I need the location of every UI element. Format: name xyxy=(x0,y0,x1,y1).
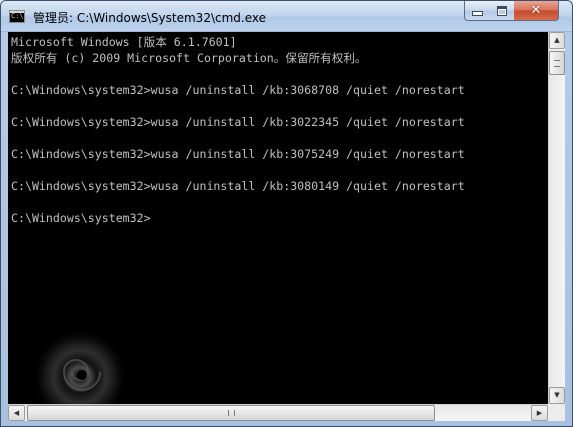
arrow-right-icon: ▶ xyxy=(536,409,543,417)
cmd-icon[interactable]: C:\ xyxy=(9,10,25,23)
window-title: 管理员: C:\Windows\System32\cmd.exe xyxy=(33,11,266,25)
console-line: C:\Windows\system32>wusa /uninstall /kb:… xyxy=(11,83,465,97)
scroll-up-button[interactable]: ▲ xyxy=(549,32,565,49)
close-icon: ✕ xyxy=(530,3,542,18)
scroll-right-button[interactable]: ▶ xyxy=(531,405,548,421)
console-text: Microsoft Windows [版本 6.1.7601] 版权所有 (c) … xyxy=(11,34,465,226)
horizontal-scrollbar[interactable]: ◀ ▶ xyxy=(8,404,548,421)
console-line: 版权所有 (c) 2009 Microsoft Corporation。保留所有… xyxy=(11,51,367,65)
console-line: C:\Windows\system32>wusa /uninstall /kb:… xyxy=(11,179,465,193)
arrow-up-icon: ▲ xyxy=(554,36,560,44)
console-line: Microsoft Windows [版本 6.1.7601] xyxy=(11,35,237,49)
close-button[interactable]: ✕ xyxy=(514,1,559,21)
minimize-icon xyxy=(471,11,483,16)
console-line: C:\Windows\system32>wusa /uninstall /kb:… xyxy=(11,115,465,129)
scrollbar-corner xyxy=(548,404,565,421)
console-output[interactable]: Microsoft Windows [版本 6.1.7601] 版权所有 (c) … xyxy=(8,32,548,421)
title-bar[interactable]: C:\ 管理员: C:\Windows\System32\cmd.exe ✕ xyxy=(1,1,572,32)
scroll-left-button[interactable]: ◀ xyxy=(8,405,25,421)
swirl-watermark xyxy=(32,324,128,417)
maximize-icon xyxy=(496,5,507,16)
console-line: C:\Windows\system32>wusa /uninstall /kb:… xyxy=(11,147,465,161)
cmd-window: C:\ 管理员: C:\Windows\System32\cmd.exe ✕ M… xyxy=(0,0,573,427)
arrow-left-icon: ◀ xyxy=(13,409,20,417)
minimize-button[interactable] xyxy=(464,1,490,21)
arrow-down-icon: ▼ xyxy=(554,391,560,399)
console-line: C:\Windows\system32> xyxy=(11,211,151,225)
vertical-scrollbar[interactable]: ▲ ▼ xyxy=(548,32,565,404)
scroll-down-button[interactable]: ▼ xyxy=(549,387,565,404)
horizontal-scroll-thumb[interactable] xyxy=(27,405,435,421)
vertical-scroll-thumb[interactable] xyxy=(549,51,565,75)
maximize-button[interactable] xyxy=(489,1,515,21)
